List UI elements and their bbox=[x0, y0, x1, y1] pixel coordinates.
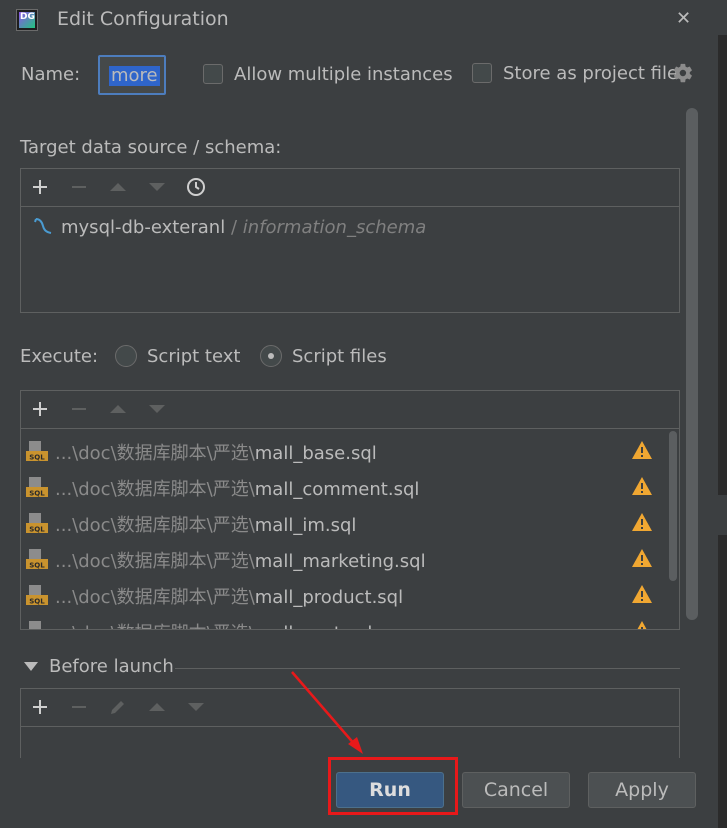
script-file-list: SQL ...\doc\数据库脚本\严选\mall_base.sql SQL ...\… bbox=[21, 429, 679, 629]
warning-icon bbox=[632, 441, 652, 459]
script-file-row[interactable]: SQL ...\doc\数据库脚本\严选\mall_base.sql bbox=[21, 433, 665, 469]
background-window-tab bbox=[718, 495, 727, 535]
file-path: ...\doc\数据库脚本\严选\mall_product.sql bbox=[55, 583, 403, 609]
allow-multiple-checkbox[interactable] bbox=[203, 64, 223, 84]
file-name: mall_product.sql bbox=[254, 587, 404, 608]
add-task-icon[interactable] bbox=[27, 694, 53, 720]
file-path: ...\doc\数据库脚本\严选\mall_seat.sql bbox=[55, 619, 372, 629]
file-path: ...\doc\数据库脚本\严选\mall_im.sql bbox=[55, 511, 356, 537]
remove-task-icon[interactable] bbox=[66, 694, 92, 720]
name-input[interactable]: more bbox=[98, 55, 166, 95]
move-file-down-icon[interactable] bbox=[144, 396, 170, 422]
move-task-down-icon[interactable] bbox=[183, 694, 209, 720]
script-files-radio[interactable] bbox=[260, 345, 282, 367]
sql-file-icon: SQL bbox=[29, 621, 41, 629]
svg-text:SQL: SQL bbox=[29, 562, 45, 570]
background-window-edge bbox=[718, 35, 727, 828]
remove-file-icon[interactable] bbox=[66, 396, 92, 422]
history-icon[interactable] bbox=[183, 174, 209, 200]
move-file-up-icon[interactable] bbox=[105, 396, 131, 422]
file-name: mall_base.sql bbox=[254, 443, 377, 464]
add-file-icon[interactable] bbox=[27, 396, 53, 422]
warning-icon bbox=[637, 621, 647, 629]
cancel-button[interactable]: Cancel bbox=[462, 772, 570, 808]
allow-multiple-label: Allow multiple instances bbox=[234, 64, 453, 85]
warning-icon bbox=[632, 513, 652, 531]
script-file-row[interactable]: SQL ...\doc\数据库脚本\严选\mall_marketing.sql bbox=[21, 541, 665, 577]
script-text-label: Script text bbox=[147, 346, 241, 367]
script-file-row[interactable]: SQL ...\doc\数据库脚本\严选\mall_product.sql bbox=[21, 577, 665, 613]
move-up-icon[interactable] bbox=[105, 174, 131, 200]
store-as-project-checkbox[interactable] bbox=[472, 63, 492, 83]
sql-file-icon: SQL bbox=[26, 441, 48, 462]
sql-file-icon: SQL bbox=[26, 513, 48, 534]
file-list-scrollbar[interactable] bbox=[669, 431, 677, 581]
store-as-project-label: Store as project file bbox=[503, 63, 679, 84]
dialog-scrollbar[interactable] bbox=[686, 108, 698, 620]
move-down-icon[interactable] bbox=[144, 174, 170, 200]
script-file-row[interactable]: SQL ...\doc\数据库脚本\严选\mall_comment.sql bbox=[21, 469, 665, 505]
sql-file-icon: SQL bbox=[26, 585, 48, 606]
schema-name: information_schema bbox=[242, 217, 427, 238]
execute-label: Execute: bbox=[20, 346, 99, 367]
datasource-name: mysql-db-exteranl bbox=[61, 217, 226, 238]
remove-icon[interactable] bbox=[66, 174, 92, 200]
mysql-dolphin-icon bbox=[34, 218, 52, 234]
title-bar: DG Edit Configuration ✕ bbox=[0, 0, 727, 40]
sql-file-icon: SQL bbox=[26, 549, 48, 570]
file-name: mall_im.sql bbox=[254, 515, 357, 536]
script-files-label: Script files bbox=[292, 346, 387, 367]
file-dir: ...\doc\数据库脚本\严选\ bbox=[55, 551, 255, 572]
warning-icon bbox=[632, 477, 652, 495]
file-dir: ...\doc\数据库脚本\严选\ bbox=[55, 587, 255, 608]
script-file-row[interactable]: SQL ...\doc\数据库脚本\严选\mall_seat.sql bbox=[21, 613, 665, 629]
target-datasource-label: Target data source / schema: bbox=[20, 137, 282, 158]
svg-text:SQL: SQL bbox=[29, 598, 45, 606]
file-dir: ...\doc\数据库脚本\严选\ bbox=[55, 479, 255, 500]
file-dir: ...\doc\数据库脚本\严选\ bbox=[55, 623, 255, 629]
script-file-row[interactable]: SQL ...\doc\数据库脚本\严选\mall_im.sql bbox=[21, 505, 665, 541]
svg-text:SQL: SQL bbox=[29, 490, 45, 498]
sql-file-icon: SQL bbox=[26, 477, 48, 498]
script-files-toolbar bbox=[21, 391, 679, 429]
datasource-toolbar bbox=[21, 169, 679, 207]
svg-text:SQL: SQL bbox=[29, 454, 45, 462]
svg-text:SQL: SQL bbox=[29, 526, 45, 534]
file-name: mall_comment.sql bbox=[254, 479, 420, 500]
datasource-separator: / bbox=[230, 217, 238, 238]
datagrip-logo-icon: DG bbox=[16, 9, 38, 31]
edit-task-pencil-icon[interactable] bbox=[105, 694, 131, 720]
file-dir: ...\doc\数据库脚本\严选\ bbox=[55, 443, 255, 464]
file-name: mall_marketing.sql bbox=[254, 551, 426, 572]
file-name: mall_seat.sql bbox=[255, 623, 373, 629]
before-launch-toolbar bbox=[21, 689, 679, 727]
file-path: ...\doc\数据库脚本\严选\mall_marketing.sql bbox=[55, 547, 426, 573]
file-dir: ...\doc\数据库脚本\严选\ bbox=[55, 515, 255, 536]
script-files-panel: SQL ...\doc\数据库脚本\严选\mall_base.sql SQL ...\… bbox=[20, 390, 680, 630]
collapse-arrow-icon[interactable] bbox=[24, 662, 38, 671]
gear-icon[interactable] bbox=[672, 62, 694, 84]
datasource-panel: mysql-db-exteranl / information_schema bbox=[20, 168, 680, 313]
before-launch-divider bbox=[175, 668, 680, 669]
script-text-radio[interactable] bbox=[115, 345, 137, 367]
dialog-title: Edit Configuration bbox=[57, 8, 229, 30]
before-launch-panel bbox=[20, 688, 680, 758]
before-launch-label: Before launch bbox=[49, 656, 174, 677]
file-path: ...\doc\数据库脚本\严选\mall_comment.sql bbox=[55, 475, 419, 501]
close-icon[interactable]: ✕ bbox=[676, 8, 691, 29]
file-path: ...\doc\数据库脚本\严选\mall_base.sql bbox=[55, 439, 377, 465]
warning-icon bbox=[632, 585, 652, 603]
annotation-highlight-box bbox=[328, 757, 458, 815]
name-label: Name: bbox=[21, 64, 81, 85]
move-task-up-icon[interactable] bbox=[144, 694, 170, 720]
add-icon[interactable] bbox=[27, 174, 53, 200]
apply-button[interactable]: Apply bbox=[588, 772, 696, 808]
name-input-value: more bbox=[109, 65, 160, 86]
warning-icon bbox=[632, 549, 652, 567]
